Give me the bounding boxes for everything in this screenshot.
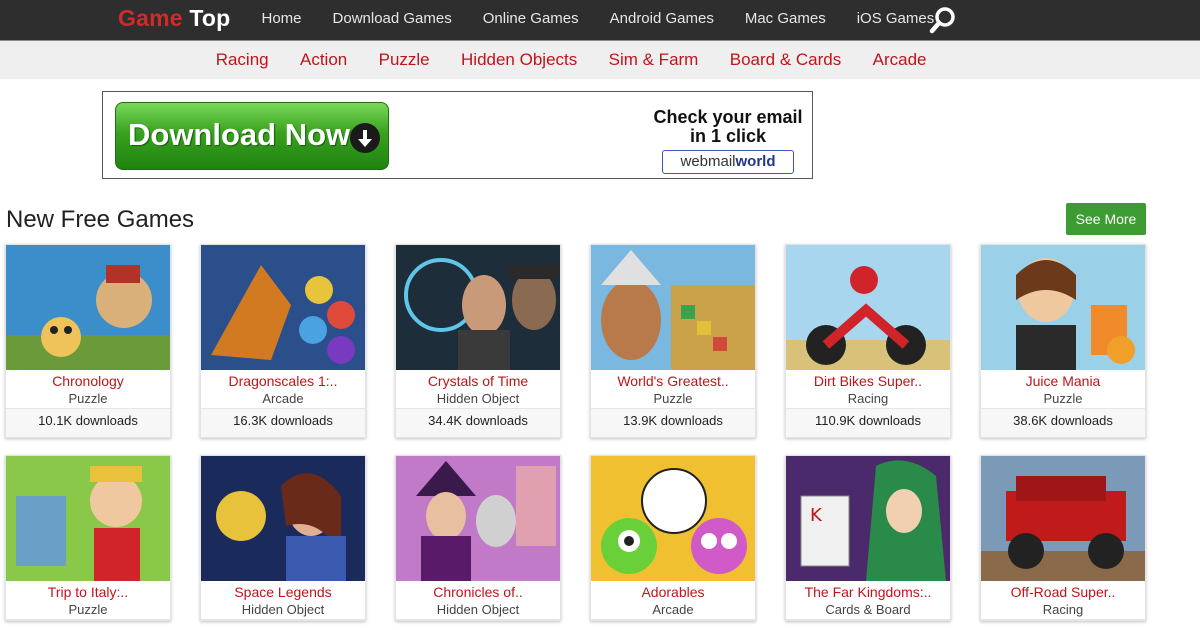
ad-headline: Check your email in 1 click [643, 108, 813, 146]
game-card[interactable]: Trip to Italy:.. Puzzle [5, 455, 171, 621]
game-title[interactable]: The Far Kingdoms:.. [786, 583, 950, 601]
download-now-button[interactable]: Download Now [115, 102, 389, 170]
game-downloads: 13.9K downloads [591, 409, 755, 437]
logo-text-b: world [735, 153, 776, 170]
see-more-button[interactable]: See More [1066, 203, 1146, 235]
game-card[interactable]: Dirt Bikes Super.. Racing 110.9K downloa… [785, 244, 951, 438]
game-genre: Arcade [591, 601, 755, 620]
logo-text-a: webmail [680, 153, 736, 170]
category-arcade[interactable]: Arcade [857, 41, 942, 79]
game-genre: Hidden Object [396, 390, 560, 409]
game-genre: Hidden Object [396, 601, 560, 620]
category-hidden-objects[interactable]: Hidden Objects [445, 41, 593, 79]
game-title[interactable]: Chronology [6, 372, 170, 390]
game-thumbnail[interactable] [396, 456, 560, 581]
game-card[interactable]: K The Far Kingdoms:.. Cards & Board [785, 455, 951, 621]
game-title[interactable]: Dragonscales 1:.. [201, 372, 365, 390]
game-thumbnail[interactable] [6, 456, 170, 581]
ad-text-block: Check your email in 1 click webmailworld [643, 108, 813, 174]
game-thumbnail[interactable] [591, 456, 755, 581]
game-title[interactable]: Off-Road Super.. [981, 583, 1145, 601]
ad-headline-line1: Check your email [653, 107, 803, 127]
game-card[interactable]: Chronology Puzzle 10.1K downloads [5, 244, 171, 438]
game-title[interactable]: Crystals of Time [396, 372, 560, 390]
game-genre: Cards & Board [786, 601, 950, 620]
ad-headline-line2: in 1 click [689, 126, 767, 146]
game-genre: Arcade [201, 390, 365, 409]
webmailworld-logo: webmailworld [662, 150, 794, 174]
logo-text-game: Game [118, 5, 183, 31]
game-downloads: 34.4K downloads [396, 409, 560, 437]
game-card[interactable]: Off-Road Super.. Racing [980, 455, 1146, 621]
game-genre: Puzzle [6, 390, 170, 409]
game-thumbnail[interactable] [981, 245, 1145, 370]
game-thumbnail[interactable]: K [786, 456, 950, 581]
game-card[interactable]: Space Legends Hidden Object [200, 455, 366, 621]
category-action[interactable]: Action [284, 41, 363, 79]
site-logo[interactable]: Game Top [118, 5, 230, 32]
game-downloads: 110.9K downloads [786, 409, 950, 437]
nav-download-games[interactable]: Download Games [317, 0, 467, 40]
game-title[interactable]: Chronicles of.. [396, 583, 560, 601]
nav-android-games[interactable]: Android Games [594, 0, 729, 40]
game-card[interactable]: Crystals of Time Hidden Object 34.4K dow… [395, 244, 561, 438]
game-thumbnail[interactable] [201, 456, 365, 581]
logo-text-top: Top [189, 5, 231, 31]
game-card[interactable]: Adorables Arcade [590, 455, 756, 621]
nav-home[interactable]: Home [246, 0, 317, 40]
category-puzzle[interactable]: Puzzle [363, 41, 445, 79]
category-bar: Racing Action Puzzle Hidden Objects Sim … [0, 40, 1200, 79]
game-card[interactable]: Dragonscales 1:.. Arcade 16.3K downloads [200, 244, 366, 438]
game-genre: Puzzle [981, 390, 1145, 409]
game-thumbnail[interactable] [396, 245, 560, 370]
category-sim-farm[interactable]: Sim & Farm [593, 41, 714, 79]
game-card[interactable]: Juice Mania Puzzle 38.6K downloads [980, 244, 1146, 438]
game-genre: Racing [981, 601, 1145, 620]
category-nav: Racing Action Puzzle Hidden Objects Sim … [200, 41, 942, 79]
download-arrow-icon [350, 123, 380, 153]
game-title[interactable]: Dirt Bikes Super.. [786, 372, 950, 390]
game-genre: Hidden Object [201, 601, 365, 620]
game-thumbnail[interactable] [6, 245, 170, 370]
ad-banner[interactable]: Download Now Check your email in 1 click… [102, 91, 813, 179]
game-thumbnail[interactable] [786, 245, 950, 370]
category-racing[interactable]: Racing [200, 41, 284, 79]
download-now-label: Download Now [128, 117, 351, 152]
search-icon[interactable] [928, 5, 958, 35]
game-genre: Puzzle [591, 390, 755, 409]
game-title[interactable]: Juice Mania [981, 372, 1145, 390]
nav-mac-games[interactable]: Mac Games [729, 0, 841, 40]
nav-online-games[interactable]: Online Games [467, 0, 594, 40]
main-nav: Home Download Games Online Games Android… [246, 0, 950, 40]
game-downloads: 38.6K downloads [981, 409, 1145, 437]
game-downloads: 16.3K downloads [201, 409, 365, 437]
game-genre: Racing [786, 390, 950, 409]
game-thumbnail[interactable] [201, 245, 365, 370]
game-title[interactable]: Space Legends [201, 583, 365, 601]
game-card[interactable]: Chronicles of.. Hidden Object [395, 455, 561, 621]
category-board-cards[interactable]: Board & Cards [714, 41, 857, 79]
top-navigation-bar: Game Top Home Download Games Online Game… [0, 0, 1200, 40]
svg-text:K: K [810, 505, 823, 526]
game-title[interactable]: World's Greatest.. [591, 372, 755, 390]
game-thumbnail[interactable] [981, 456, 1145, 581]
game-thumbnail[interactable] [591, 245, 755, 370]
section-title: New Free Games [6, 206, 195, 233]
game-title[interactable]: Adorables [591, 583, 755, 601]
game-genre: Puzzle [6, 601, 170, 620]
game-card[interactable]: World's Greatest.. Puzzle 13.9K download… [590, 244, 756, 438]
game-title[interactable]: Trip to Italy:.. [6, 583, 170, 601]
game-downloads: 10.1K downloads [6, 409, 170, 437]
